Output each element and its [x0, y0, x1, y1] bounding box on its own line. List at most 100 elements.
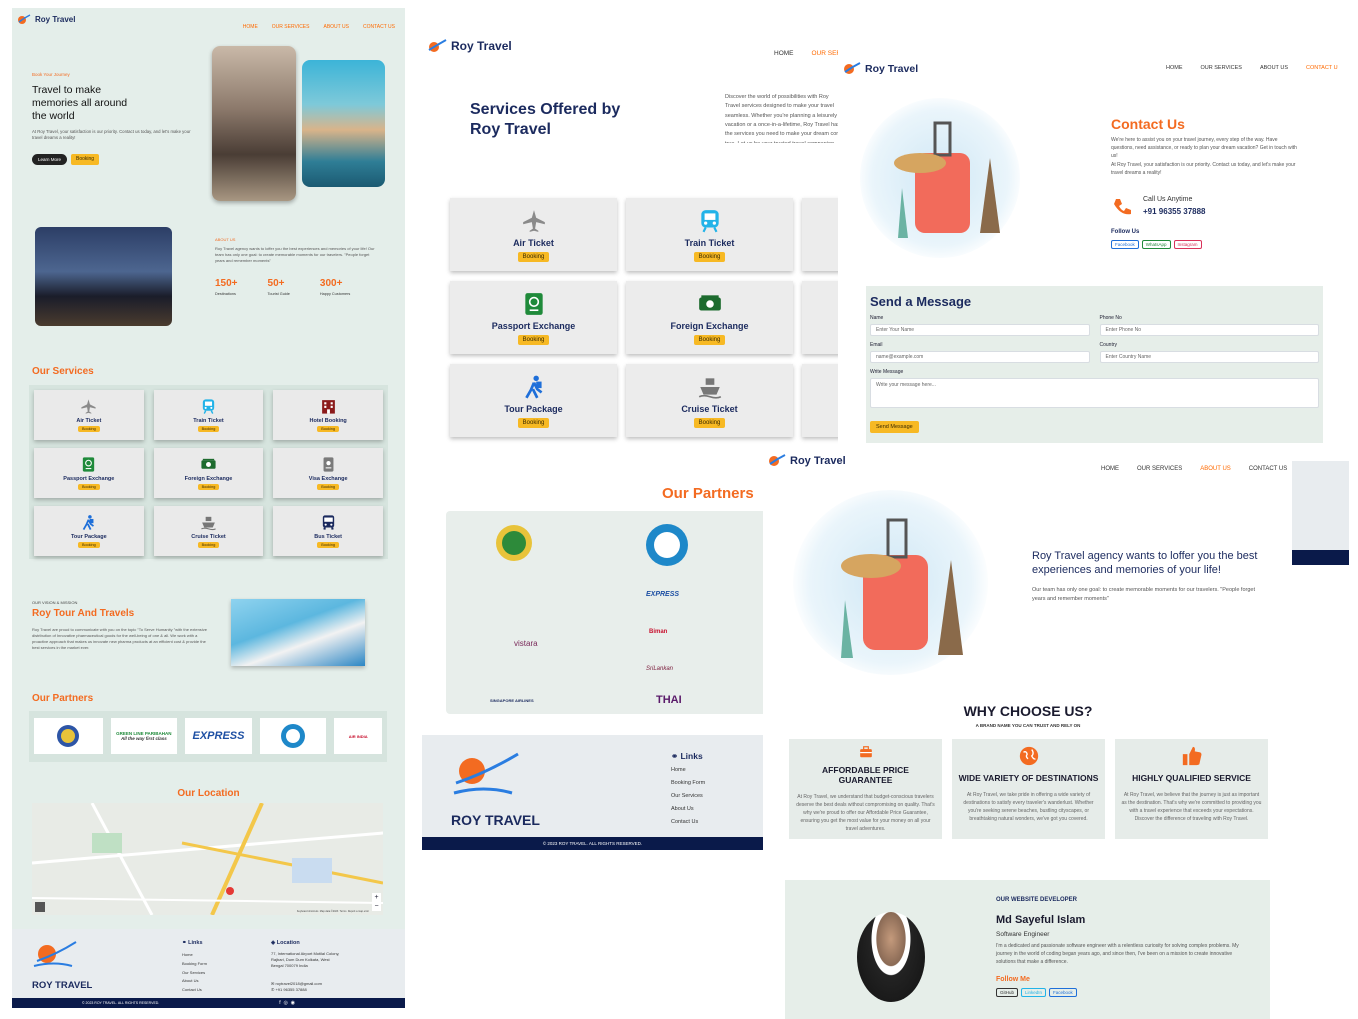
facebook-tag[interactable]: Facebook: [1049, 988, 1077, 997]
dev-bio: I'm a dedicated and passionate software …: [996, 943, 1239, 965]
service-card-cropped[interactable]: [802, 198, 838, 271]
footer-link[interactable]: Booking Form: [671, 780, 705, 786]
footer-link[interactable]: Contact Us: [671, 819, 705, 825]
hero-mountain-image: [212, 46, 296, 201]
contact-brand-logo[interactable]: Roy Travel: [843, 61, 918, 76]
linkedin-tag[interactable]: LinkedIn: [1021, 988, 1047, 997]
whatsapp-tag[interactable]: WhatsApp: [1141, 240, 1171, 249]
brand-logo[interactable]: Roy Travel: [17, 13, 75, 25]
nav-home[interactable]: HOME: [1166, 65, 1183, 71]
footer-link[interactable]: Home: [182, 951, 207, 960]
facebook-tag[interactable]: Facebook: [1111, 240, 1139, 249]
nav-services[interactable]: OUR SERVICES: [812, 50, 839, 57]
map-layer-thumbnail[interactable]: [35, 902, 45, 912]
nav-contact[interactable]: CONTACT US: [1249, 466, 1287, 472]
nav-home[interactable]: HOME: [1101, 466, 1119, 472]
footer-social-icons[interactable]: f ◎ ◉: [279, 1000, 295, 1006]
service-card[interactable]: Foreign Exchange Booking: [153, 448, 264, 498]
vision-title: Roy Tour And Travels: [32, 608, 135, 619]
footer-link[interactable]: Home: [671, 767, 705, 773]
footer-email[interactable]: ✉ roytravel2018@gmail.com: [271, 981, 322, 986]
service-card[interactable]: Foreign Exchange Booking: [626, 281, 793, 354]
service-card[interactable]: Passport Exchange Booking: [450, 281, 617, 354]
service-label: Cruise Ticket: [681, 403, 738, 414]
footer-link[interactable]: Booking Form: [182, 960, 207, 969]
location-map[interactable]: + − Keyboard shortcuts Map data ©2023 Ter…: [32, 803, 383, 915]
nav-services[interactable]: OUR SERVICES: [1201, 65, 1242, 71]
money-icon: [698, 294, 721, 310]
service-card-cropped[interactable]: [802, 281, 838, 354]
service-card[interactable]: Hotel Booking Booking: [273, 390, 383, 440]
hero-booking-button[interactable]: Booking: [71, 154, 100, 165]
service-booking-button[interactable]: Booking: [197, 542, 220, 548]
service-card[interactable]: Air Ticket Booking: [34, 390, 144, 440]
service-card[interactable]: Train Ticket Booking: [626, 198, 793, 271]
service-booking-button[interactable]: Booking: [317, 542, 340, 548]
services-brand-logo[interactable]: Roy Travel: [427, 38, 512, 54]
service-label: Air Ticket: [76, 418, 102, 424]
send-message-button[interactable]: Send Message: [870, 421, 919, 433]
country-label: Country: [1099, 342, 1118, 348]
footer-link[interactable]: About Us: [182, 977, 207, 986]
nav-about[interactable]: ABOUT US: [1260, 65, 1288, 71]
logo-icon: [769, 454, 786, 466]
footer-phone[interactable]: ✆ +91 96355 37888: [271, 987, 307, 992]
service-booking-button[interactable]: Booking: [693, 417, 726, 428]
nav-services[interactable]: OUR SERVICES: [1137, 466, 1182, 472]
contact-phone[interactable]: +91 96355 37888: [1143, 207, 1206, 216]
service-card[interactable]: Cruise Ticket Booking: [626, 364, 793, 437]
service-card[interactable]: Bus Ticket Booking: [273, 506, 383, 556]
service-card[interactable]: Visa Exchange Booking: [273, 448, 383, 498]
nav-contact[interactable]: CONTACT US: [363, 24, 395, 30]
message-textarea[interactable]: Write your message here...: [870, 378, 1319, 408]
why-card-text: At Roy Travel, we understand that budget…: [796, 794, 935, 832]
service-booking-button[interactable]: Booking: [517, 417, 550, 428]
why-card: AFFORDABLE PRICE GUARANTEE At Roy Travel,…: [789, 739, 942, 839]
why-card: HIGHLY QUALIFIED SERVICE At Roy Travel, w…: [1115, 739, 1268, 839]
service-booking-button[interactable]: Booking: [693, 251, 726, 262]
service-card[interactable]: Air Ticket Booking: [450, 198, 617, 271]
service-booking-button[interactable]: Booking: [317, 484, 340, 490]
nav-services[interactable]: OUR SERVICES: [272, 24, 310, 30]
service-booking-button[interactable]: Booking: [317, 426, 340, 432]
service-label: Train Ticket: [193, 418, 224, 424]
footer-link[interactable]: Our Services: [182, 969, 207, 978]
service-booking-button[interactable]: Booking: [197, 484, 220, 490]
service-card[interactable]: Tour Package Booking: [450, 364, 617, 437]
service-card-cropped[interactable]: [802, 364, 838, 437]
nav-contact[interactable]: CONTACT US: [1306, 65, 1338, 71]
contact-text-1: We're here to assist you on your travel …: [1111, 137, 1297, 159]
name-input[interactable]: Enter Your Name: [870, 324, 1090, 336]
service-booking-button[interactable]: Booking: [517, 251, 550, 262]
learn-more-button[interactable]: Learn More: [32, 154, 68, 165]
nav-home[interactable]: HOME: [243, 24, 258, 30]
service-card[interactable]: Train Ticket Booking: [153, 390, 264, 440]
service-booking-button[interactable]: Booking: [77, 484, 100, 490]
email-input[interactable]: name@example.com: [870, 351, 1090, 363]
stat-label: Happy Customers: [319, 292, 351, 296]
service-card[interactable]: Tour Package Booking: [34, 506, 144, 556]
service-booking-button[interactable]: Booking: [693, 334, 726, 345]
service-booking-button[interactable]: Booking: [77, 542, 100, 548]
footer-link[interactable]: About Us: [671, 806, 705, 812]
country-input[interactable]: Enter Country Name: [1099, 351, 1319, 363]
phone-input[interactable]: Enter Phone No: [1099, 324, 1319, 336]
about-brand-logo[interactable]: Roy Travel: [768, 453, 846, 468]
service-booking-button[interactable]: Booking: [77, 426, 100, 432]
service-booking-button[interactable]: Booking: [517, 334, 550, 345]
bus-icon: [322, 515, 334, 530]
footer-link[interactable]: Our Services: [671, 793, 705, 799]
stat-item: 300+ Happy Customers: [320, 278, 350, 296]
service-label: Bus Ticket: [314, 534, 343, 540]
service-label: Visa Exchange: [308, 476, 348, 482]
github-tag[interactable]: GitHub: [996, 988, 1019, 997]
nav-about[interactable]: ABOUT US: [323, 24, 348, 30]
nav-home[interactable]: HOME: [774, 50, 794, 57]
service-card[interactable]: Passport Exchange Booking: [34, 448, 144, 498]
nav-about[interactable]: ABOUT US: [1200, 466, 1231, 472]
footer-link[interactable]: Contact Us: [182, 986, 207, 995]
service-booking-button[interactable]: Booking: [197, 426, 220, 432]
map-zoom-controls[interactable]: + −: [372, 893, 381, 911]
instagram-tag[interactable]: Instagram: [1173, 240, 1202, 249]
service-card[interactable]: Cruise Ticket Booking: [153, 506, 264, 556]
